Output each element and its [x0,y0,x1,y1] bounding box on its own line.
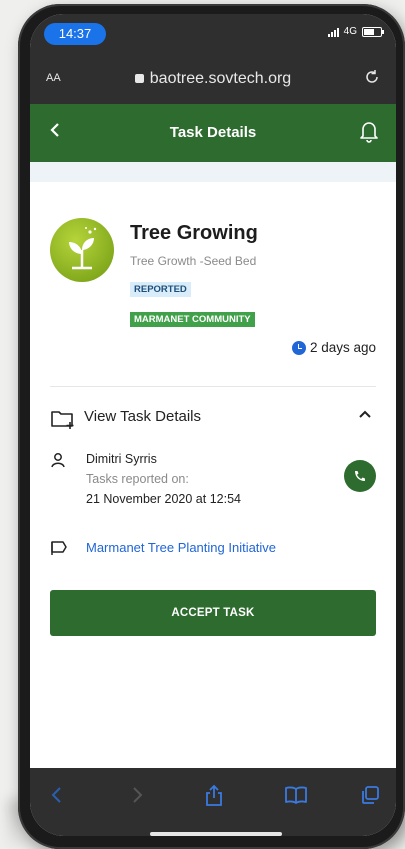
accept-task-button[interactable]: ACCEPT TASK [50,590,376,636]
task-title: Tree Growing [130,222,258,244]
chevron-up-icon[interactable] [356,406,374,429]
view-task-details-toggle[interactable]: View Task Details [50,404,376,432]
plant-icon [69,227,97,270]
user-icon [50,452,66,473]
reported-on-label: Tasks reported on: [86,472,189,486]
tabs-icon [362,786,379,804]
phone-screen: 14:37 4G AA baotree.sovtech.org Task Det… [30,14,396,836]
chevron-right-icon [133,787,143,803]
page-title: Task Details [169,124,257,141]
browser-url-bar[interactable]: AA baotree.sovtech.org [30,56,396,104]
call-button[interactable] [344,460,376,492]
task-avatar [50,218,114,282]
divider [50,386,376,387]
status-bar: 14:37 4G [30,14,396,56]
clock-icon [291,340,306,355]
share-icon [206,784,222,806]
time-ago-text: 2 days ago [309,340,376,355]
scene: 14:37 4G AA baotree.sovtech.org Task Det… [0,0,405,849]
tabs-button[interactable] [360,784,380,811]
home-indicator[interactable] [150,832,282,836]
network-type: 4G [343,26,357,37]
bookmarks-button[interactable] [284,784,308,811]
community-badge: MARMANET COMMUNITY [130,312,255,327]
battery-icon [362,26,384,37]
phone-frame: 14:37 4G AA baotree.sovtech.org Task Det… [18,4,405,849]
time-ago: 2 days ago [291,340,376,355]
folder-add-icon [50,408,76,435]
bell-icon [360,122,378,143]
project-link[interactable]: Marmanet Tree Planting Initiative [86,540,276,555]
header-strip [30,162,396,182]
book-icon [285,786,307,804]
signal-icon [327,27,339,37]
reload-icon[interactable] [364,69,380,90]
reporter-name: Dimitri Syrris [86,452,157,466]
status-badge: REPORTED [130,282,191,297]
browser-toolbar [30,768,396,836]
lock-icon [134,74,144,83]
task-content: Tree Growing Tree Growth -Seed Bed REPOR… [30,182,396,768]
notifications-button[interactable] [358,119,380,148]
flag-icon [50,540,68,561]
view-task-details-label: View Task Details [84,408,201,425]
phone-icon [355,471,365,481]
browser-forward-button[interactable] [128,784,146,811]
share-button[interactable] [204,784,224,813]
chevron-left-icon [51,787,61,803]
task-subtitle: Tree Growth -Seed Bed [130,254,257,268]
status-indicators: 4G [327,26,384,37]
reported-on-date: 21 November 2020 at 12:54 [86,492,241,506]
browser-back-button[interactable] [48,784,66,811]
app-header: Task Details [30,104,396,162]
url-text: baotree.sovtech.org [149,70,292,87]
url-field[interactable]: baotree.sovtech.org [30,70,396,88]
status-time: 14:37 [44,23,106,45]
